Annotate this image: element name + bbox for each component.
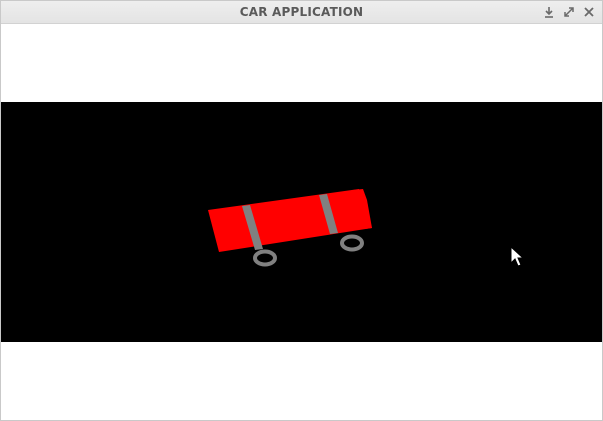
car-wheel-rear [253, 249, 277, 267]
car-wheel-front [340, 234, 364, 252]
minimize-icon[interactable] [542, 5, 556, 19]
car-body [208, 189, 372, 252]
app-window: CAR APPLICATION [0, 0, 603, 421]
render-canvas[interactable] [1, 102, 602, 342]
mouse-pointer-icon [510, 245, 525, 268]
maximize-icon[interactable] [562, 5, 576, 19]
car-scene [208, 189, 372, 267]
window-title: CAR APPLICATION [239, 5, 364, 19]
window-content [1, 24, 602, 420]
title-bar[interactable]: CAR APPLICATION [1, 1, 602, 24]
close-icon[interactable] [582, 5, 596, 19]
